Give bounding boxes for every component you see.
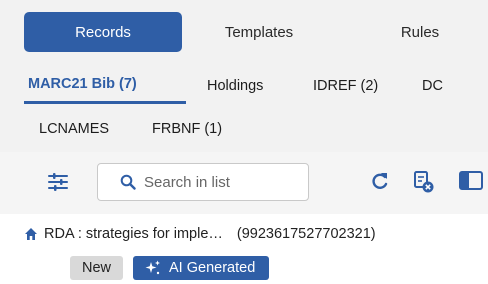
search-input[interactable] [144,173,304,191]
tab-records[interactable]: Records [24,12,182,52]
tab-rules[interactable]: Rules [370,12,470,52]
subtab-lcnames[interactable]: LCNAMES [39,121,109,137]
subtab-holdings[interactable]: Holdings [207,78,263,94]
record-type-tabs: MARC21 Bib (7) Holdings IDREF (2) DC LCN… [0,64,488,146]
ai-generated-label: AI Generated [169,260,256,276]
list-toolbar [0,152,488,214]
new-badge: New [70,256,124,280]
subtab-dc[interactable]: DC [422,78,443,94]
record-badges: New AI Generated [70,256,270,280]
tab-templates[interactable]: Templates [190,12,328,52]
search-icon [120,174,136,190]
top-tab-bar: Records Templates Rules [0,0,488,64]
search-box[interactable] [97,163,309,201]
record-row[interactable]: RDA : strategies for imple… (99236175277… [0,214,488,284]
subtab-frbnf[interactable]: FRBNF (1) [152,121,222,137]
record-title-line: RDA : strategies for imple… (99236175277… [24,226,376,242]
record-title[interactable]: RDA : strategies for imple… [44,226,223,242]
ai-generated-badge: AI Generated [133,256,270,280]
panel-toggle-icon[interactable] [459,170,483,192]
sparkle-icon [145,260,161,275]
active-subtab-indicator [24,101,186,104]
record-id: (9923617527702321) [236,226,376,242]
subtab-marc21-bib[interactable]: MARC21 Bib (7) [28,76,137,92]
subtab-idref[interactable]: IDREF (2) [313,78,378,94]
clear-filter-icon[interactable] [413,170,435,194]
refresh-icon[interactable] [370,170,390,192]
filter-icon[interactable] [48,173,68,191]
home-icon [25,228,37,240]
